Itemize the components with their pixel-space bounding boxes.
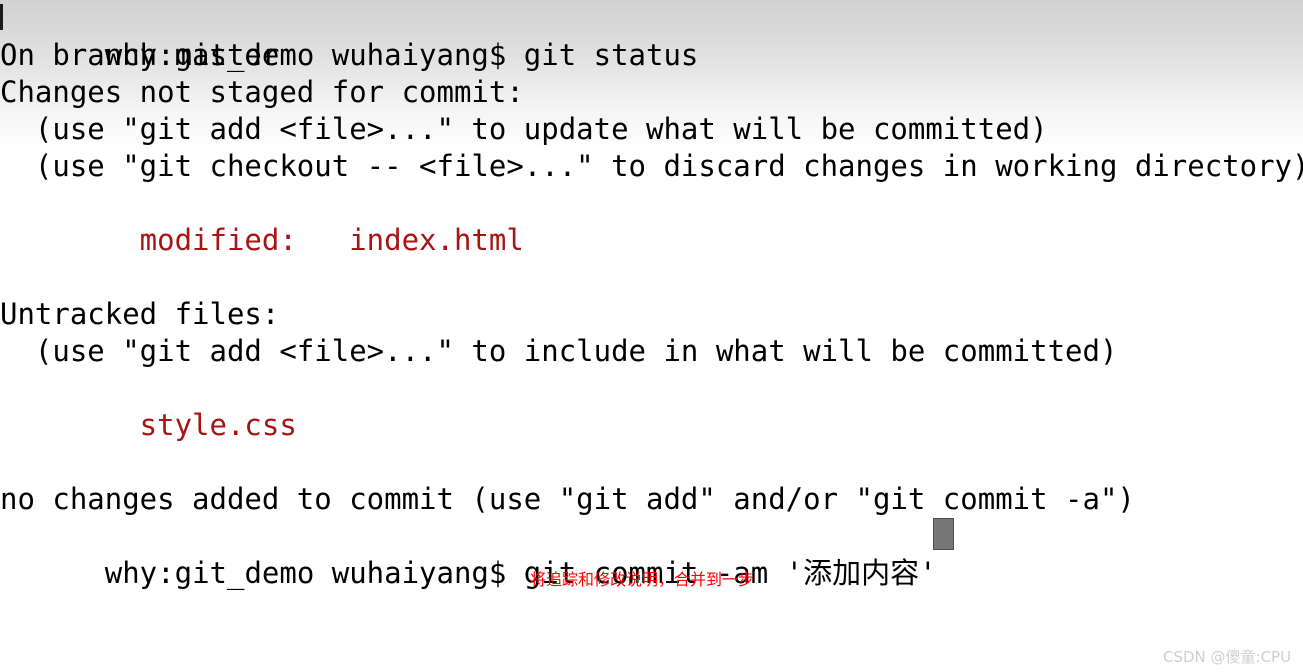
- terminal-command-text: why:git_demo wuhaiyang$ git commit -am '…: [104, 556, 937, 590]
- terminal-line: (use "git checkout -- <file>..." to disc…: [0, 149, 1303, 183]
- terminal-line: (use "git add <file>..." to update what …: [0, 112, 1048, 146]
- text-caret-icon: [0, 4, 3, 30]
- terminal-line: Untracked files:: [0, 297, 280, 331]
- terminal-line: (use "git add <file>..." to include in w…: [0, 334, 1118, 368]
- terminal-screenshot: why:git_demo wuhaiyang$ git status On br…: [0, 0, 1303, 672]
- watermark-label: CSDN @傻童:CPU: [1163, 648, 1292, 666]
- terminal-line: Changes not staged for commit:: [0, 75, 524, 109]
- terminal-line-modified-file: modified: index.html: [0, 223, 524, 257]
- terminal-line: no changes added to commit (use "git add…: [0, 482, 1135, 516]
- block-cursor: [933, 518, 954, 550]
- terminal-line-untracked-file: style.css: [0, 408, 297, 442]
- annotation-note: 将追踪和修改说明，合并到一步: [530, 570, 755, 589]
- terminal-line: On branch master: [0, 38, 280, 72]
- terminal-line-current-command[interactable]: why:git_demo wuhaiyang$ git commit -am '…: [0, 518, 937, 629]
